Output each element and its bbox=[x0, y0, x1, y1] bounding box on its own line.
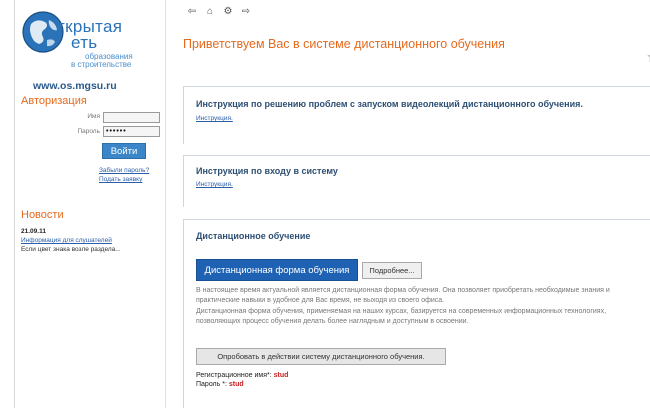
register-link[interactable]: Подать заявку bbox=[99, 176, 142, 183]
panel-login-instructions: Инструкция по входу в систему Инструкция… bbox=[183, 155, 650, 207]
panel-video-instructions: Инструкция по решению проблем с запуском… bbox=[183, 86, 650, 144]
page-frame: ткрытая еть образования в строительстве … bbox=[14, 0, 650, 408]
instruction-link[interactable]: Инструкция. bbox=[196, 115, 233, 122]
site-logo[interactable]: ткрытая еть образования в строительстве bbox=[21, 8, 161, 70]
more-info-button[interactable]: Подробнее... bbox=[362, 262, 422, 279]
page-title: Приветствуем Вас в системе дистанционног… bbox=[183, 37, 505, 51]
auth-title: Авторизация bbox=[21, 95, 87, 107]
instruction-link[interactable]: Инструкция. bbox=[196, 181, 233, 188]
login-button[interactable]: Войти bbox=[102, 143, 146, 159]
password-label: Пароль bbox=[77, 128, 100, 135]
site-url: www.os.mgsu.ru bbox=[33, 80, 117, 92]
password-input[interactable] bbox=[103, 126, 160, 137]
panel-title: Инструкция по решению проблем с запуском… bbox=[196, 99, 583, 109]
demo-username: Регистрационное имя*: stud bbox=[196, 372, 288, 379]
news-link[interactable]: Информация для слушателей bbox=[21, 237, 112, 244]
panel-title: Инструкция по входу в систему bbox=[196, 166, 338, 176]
login-label: Имя bbox=[87, 113, 100, 120]
demo-username-label: Регистрационное имя*: bbox=[196, 372, 272, 379]
forgot-password-link[interactable]: Забыли пароль? bbox=[99, 167, 149, 174]
logo-subtitle-2: в строительстве bbox=[71, 60, 132, 69]
demo-password: Пароль *: stud bbox=[196, 381, 244, 388]
forward-arrow-icon[interactable]: ⇨ bbox=[239, 6, 253, 26]
login-input[interactable] bbox=[103, 112, 160, 123]
sidebar: ткрытая еть образования в строительстве … bbox=[15, 0, 166, 408]
demo-password-value: stud bbox=[228, 381, 244, 388]
description-paragraph: Дистанционная форма обучения, применяема… bbox=[196, 308, 607, 325]
sitemap-icon[interactable]: ⚙ bbox=[221, 6, 235, 26]
news-date: 21.09.11 bbox=[21, 228, 46, 235]
news-text: Если цвет знака возле раздела... bbox=[21, 246, 121, 253]
back-arrow-icon[interactable]: ⇦ bbox=[185, 6, 199, 26]
nav-toolbar: ⇦ ⌂ ⚙ ⇨ bbox=[185, 6, 265, 26]
demo-password-label: Пароль *: bbox=[196, 381, 227, 388]
demo-username-value: stud bbox=[273, 372, 289, 379]
main-content: ⇦ ⌂ ⚙ ⇨ Приветствуем Вас в системе диста… bbox=[175, 0, 650, 408]
distance-learning-button[interactable]: Дистанционная форма обучения bbox=[196, 259, 358, 281]
logo-word-2: еть bbox=[71, 33, 98, 52]
try-demo-button[interactable]: Опробовать в действии систему дистанцион… bbox=[196, 348, 446, 365]
home-icon[interactable]: ⌂ bbox=[203, 6, 217, 26]
description-paragraph: В настоящее время актуальной является ди… bbox=[196, 287, 610, 304]
news-title: Новости bbox=[21, 209, 64, 221]
panel-distance-learning: Дистанционное обучение Дистанционная фор… bbox=[183, 219, 650, 408]
panel-title: Дистанционное обучение bbox=[196, 231, 311, 241]
